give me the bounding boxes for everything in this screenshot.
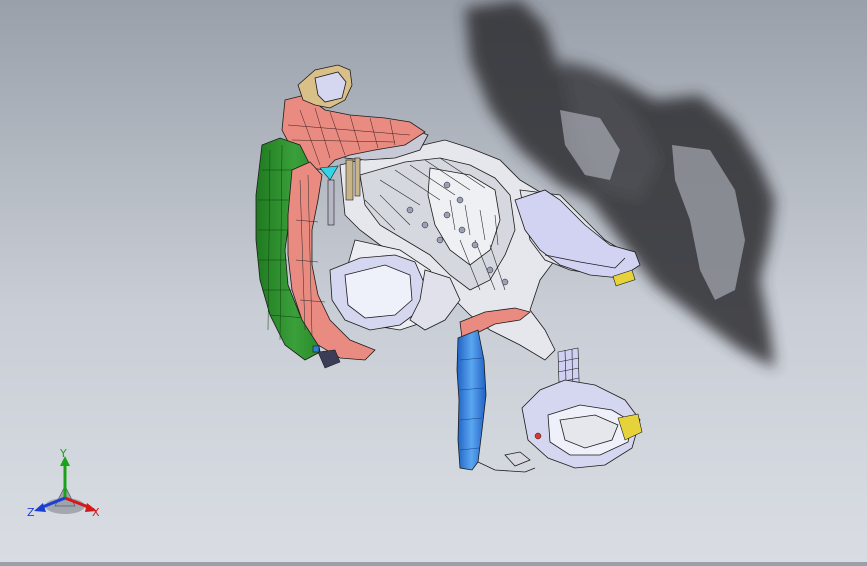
y-axis-label: Y <box>59 448 67 460</box>
axis-triad: Y X Z <box>27 448 100 519</box>
x-axis-label: X <box>92 506 100 519</box>
top-cap[interactable] <box>297 64 353 109</box>
z-axis-label: Z <box>27 506 35 519</box>
blue-vertical-strip[interactable] <box>456 329 487 471</box>
z-arrow-head <box>34 503 46 512</box>
assembly-model-canvas[interactable] <box>0 0 867 562</box>
cad-3d-viewport[interactable]: Y X Z <box>0 0 867 562</box>
wire-harness <box>477 451 536 473</box>
cyan-marker <box>319 165 339 181</box>
red-pin <box>534 432 542 440</box>
